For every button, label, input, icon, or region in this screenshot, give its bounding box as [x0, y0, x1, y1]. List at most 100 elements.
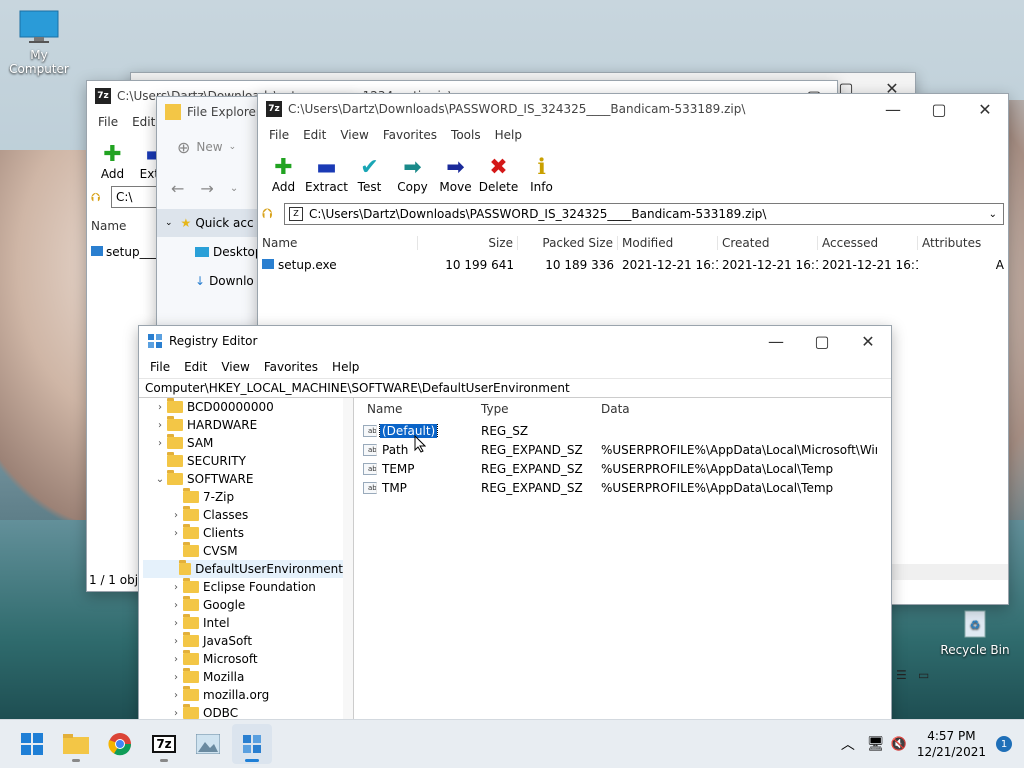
- up-folder-icon[interactable]: ⮉: [91, 190, 111, 205]
- tree-node[interactable]: › mozilla.org: [143, 686, 343, 704]
- minimize-button[interactable]: —: [870, 94, 916, 124]
- address-text[interactable]: C:\Users\Dartz\Downloads\PASSWORD_IS_324…: [309, 207, 766, 221]
- chevron-right-icon[interactable]: ›: [153, 402, 167, 413]
- tree-scrollbar[interactable]: [343, 398, 354, 722]
- notification-badge[interactable]: 1: [996, 736, 1012, 752]
- registry-editor-taskbar-icon[interactable]: [232, 724, 272, 764]
- registry-values-list[interactable]: Name Type Data ab (Default) REG_SZ ab Path RE…: [357, 398, 891, 722]
- forward-arrow-icon[interactable]: →: [200, 179, 213, 198]
- menu-edit[interactable]: Edit: [177, 360, 214, 374]
- registry-value-row[interactable]: ab (Default) REG_SZ: [357, 421, 891, 440]
- chevron-right-icon[interactable]: ›: [169, 528, 183, 539]
- move-button[interactable]: ➡ Move: [434, 154, 477, 198]
- menu-file[interactable]: File: [91, 115, 125, 129]
- tree-node[interactable]: DefaultUserEnvironment: [143, 560, 343, 578]
- chevron-right-icon[interactable]: ›: [153, 420, 167, 431]
- tree-node[interactable]: › SAM: [143, 434, 343, 452]
- col-created[interactable]: Created: [718, 236, 818, 250]
- chrome-taskbar-icon[interactable]: [100, 724, 140, 764]
- chevron-down-icon[interactable]: ⌄: [989, 209, 997, 220]
- col-attributes[interactable]: Attributes: [918, 236, 1008, 250]
- maximize-button[interactable]: ▢: [799, 326, 845, 356]
- volume-muted-icon[interactable]: 🔇: [891, 737, 907, 752]
- info-button[interactable]: ℹ Info: [520, 154, 563, 198]
- col-name[interactable]: Name: [87, 219, 147, 233]
- photos-taskbar-icon[interactable]: [188, 724, 228, 764]
- chevron-right-icon[interactable]: ›: [169, 510, 183, 521]
- table-row[interactable]: setup.exe 10 199 641 10 189 336 2021-12-…: [258, 255, 1008, 275]
- chevron-right-icon[interactable]: ›: [169, 690, 183, 701]
- minimize-button[interactable]: —: [753, 326, 799, 356]
- recycle-bin-desktop-icon[interactable]: ♻ Recycle Bin: [940, 605, 1010, 657]
- close-button[interactable]: ✕: [962, 94, 1008, 124]
- add-button[interactable]: ✚ Add: [91, 141, 134, 185]
- details-view-icon[interactable]: ☰: [896, 668, 907, 682]
- chevron-right-icon[interactable]: ›: [169, 600, 183, 611]
- col-size[interactable]: Size: [418, 236, 518, 250]
- my-computer-desktop-icon[interactable]: My Computer: [0, 10, 78, 76]
- menu-file[interactable]: File: [143, 360, 177, 374]
- menu-favorites[interactable]: Favorites: [376, 128, 444, 142]
- back-arrow-icon[interactable]: ←: [171, 179, 184, 198]
- file-explorer-taskbar-icon[interactable]: [56, 724, 96, 764]
- extract-button[interactable]: ▬ Extract: [305, 154, 348, 198]
- tree-node[interactable]: SECURITY: [143, 452, 343, 470]
- menu-help[interactable]: Help: [325, 360, 366, 374]
- registry-value-row[interactable]: ab TEMP REG_EXPAND_SZ %USERPROFILE%\AppData…: [357, 459, 891, 478]
- copy-button[interactable]: ➡ Copy: [391, 154, 434, 198]
- col-data[interactable]: Data: [597, 402, 877, 416]
- registry-tree[interactable]: › BCD00000000 › HARDWARE › SAM SECURITY ⌄ SOFTWA…: [143, 398, 344, 722]
- tree-node[interactable]: › Google: [143, 596, 343, 614]
- menu-view[interactable]: View: [333, 128, 375, 142]
- chevron-right-icon[interactable]: ›: [169, 636, 183, 647]
- col-packed-size[interactable]: Packed Size: [518, 236, 618, 250]
- test-button[interactable]: ✔ Test: [348, 154, 391, 198]
- menu-edit[interactable]: Edit: [296, 128, 333, 142]
- add-button[interactable]: ✚ Add: [262, 154, 305, 198]
- chevron-right-icon[interactable]: ›: [153, 438, 167, 449]
- col-accessed[interactable]: Accessed: [818, 236, 918, 250]
- menu-view[interactable]: View: [214, 360, 256, 374]
- chevron-right-icon[interactable]: ⌄: [153, 474, 167, 485]
- chevron-right-icon[interactable]: ›: [169, 618, 183, 629]
- col-type[interactable]: Type: [477, 402, 597, 416]
- registry-editor-window[interactable]: Registry Editor — ▢ ✕ File Edit View Fav…: [138, 325, 892, 723]
- tree-node[interactable]: › Classes: [143, 506, 343, 524]
- network-icon[interactable]: 🖥: [867, 736, 885, 752]
- col-name[interactable]: Name: [258, 236, 418, 250]
- tree-node[interactable]: ⌄ SOFTWARE: [143, 470, 343, 488]
- delete-button[interactable]: ✖ Delete: [477, 154, 520, 198]
- col-modified[interactable]: Modified: [618, 236, 718, 250]
- tree-node[interactable]: › Eclipse Foundation: [143, 578, 343, 596]
- tree-node[interactable]: › HARDWARE: [143, 416, 343, 434]
- col-name[interactable]: Name: [357, 402, 477, 416]
- registry-path-bar[interactable]: Computer\HKEY_LOCAL_MACHINE\SOFTWARE\Def…: [139, 378, 891, 398]
- close-button[interactable]: ✕: [845, 326, 891, 356]
- clock[interactable]: 4:57 PM 12/21/2021: [917, 728, 986, 760]
- 7zip-taskbar-icon[interactable]: 7z: [144, 724, 184, 764]
- tree-node[interactable]: 7-Zip: [143, 488, 343, 506]
- menu-help[interactable]: Help: [488, 128, 529, 142]
- tree-node[interactable]: › Clients: [143, 524, 343, 542]
- registry-value-row[interactable]: ab TMP REG_EXPAND_SZ %USERPROFILE%\AppData\…: [357, 478, 891, 497]
- registry-value-row[interactable]: ab Path REG_EXPAND_SZ %USERPROFILE%\AppData…: [357, 440, 891, 459]
- start-button[interactable]: [12, 724, 52, 764]
- chevron-down-icon[interactable]: ⌄: [230, 183, 238, 194]
- address-box[interactable]: Z C:\Users\Dartz\Downloads\PASSWORD_IS_3…: [284, 203, 1004, 225]
- tree-node[interactable]: › Intel: [143, 614, 343, 632]
- tree-node[interactable]: CVSM: [143, 542, 343, 560]
- large-icons-view-icon[interactable]: ▭: [918, 668, 929, 682]
- chevron-right-icon[interactable]: ›: [169, 672, 183, 683]
- chevron-right-icon[interactable]: ›: [169, 654, 183, 665]
- up-folder-icon[interactable]: ⮉: [262, 206, 284, 222]
- chevron-up-icon[interactable]: ︿: [841, 734, 855, 754]
- tree-node[interactable]: › BCD00000000: [143, 398, 343, 416]
- maximize-button[interactable]: ▢: [916, 94, 962, 124]
- tree-node[interactable]: › Mozilla: [143, 668, 343, 686]
- tree-node[interactable]: › Microsoft: [143, 650, 343, 668]
- file-row[interactable]: setup___: [87, 245, 162, 259]
- menu-favorites[interactable]: Favorites: [257, 360, 325, 374]
- chevron-right-icon[interactable]: ›: [169, 582, 183, 593]
- menu-tools[interactable]: Tools: [444, 128, 488, 142]
- menu-file[interactable]: File: [262, 128, 296, 142]
